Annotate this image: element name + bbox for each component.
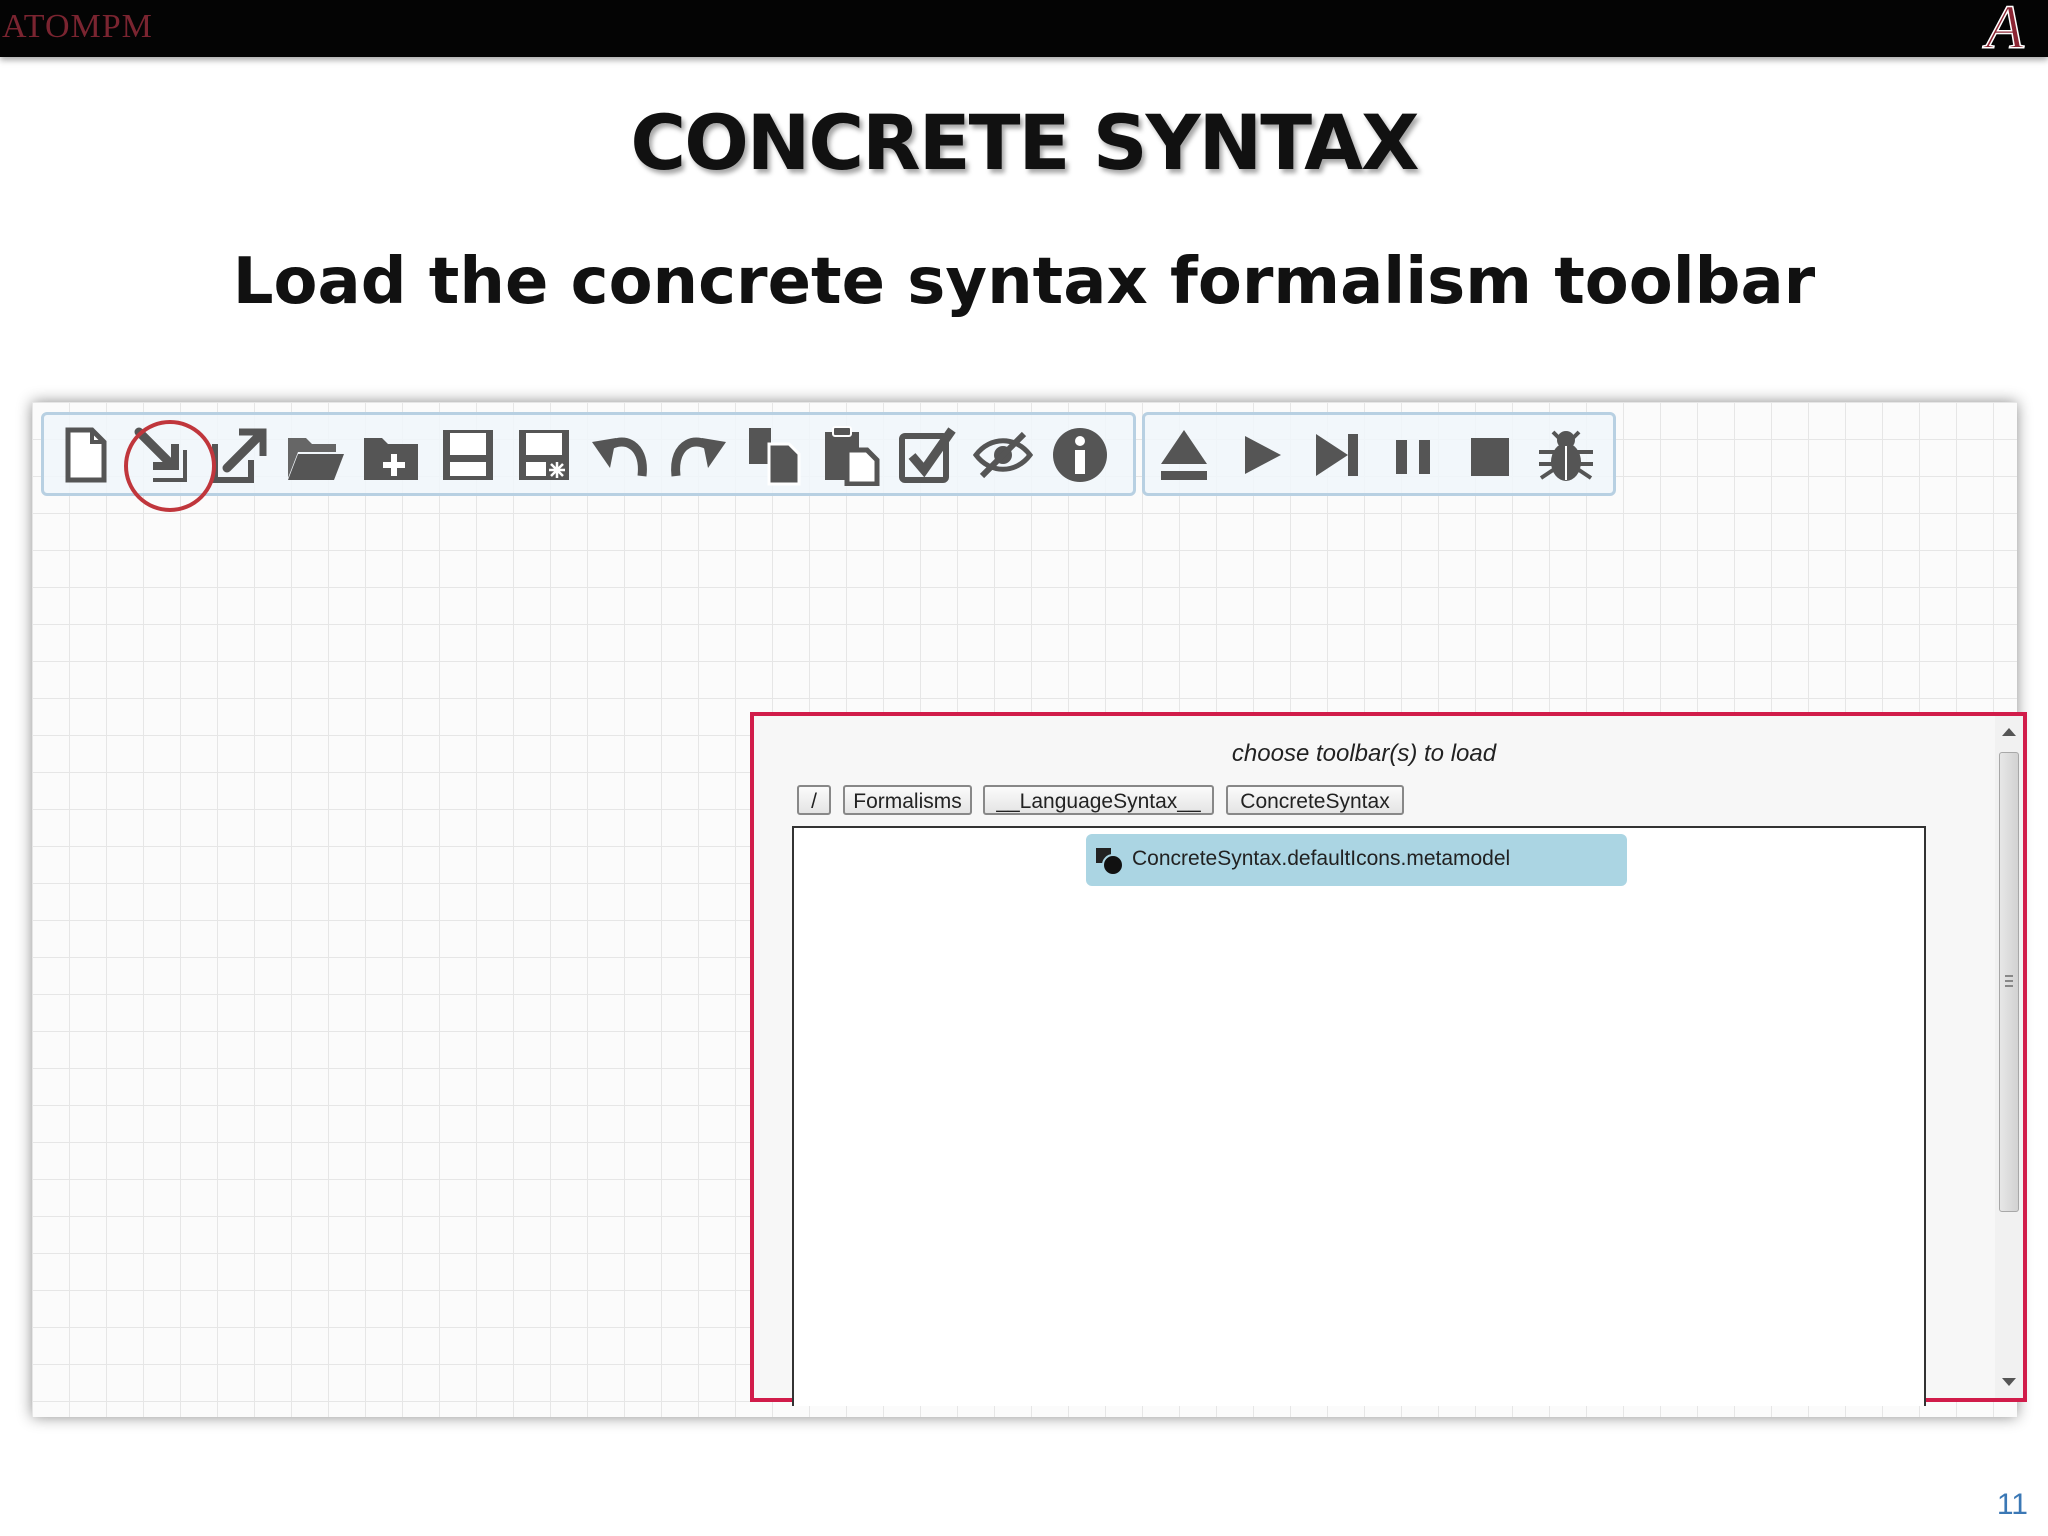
export-icon[interactable] — [207, 424, 269, 486]
breadcrumb-concrete-syntax[interactable]: ConcreteSyntax — [1226, 785, 1404, 815]
scroll-thumb[interactable] — [1999, 752, 2019, 1212]
new-folder-icon[interactable] — [360, 424, 422, 486]
vertical-scrollbar[interactable] — [1995, 716, 2023, 1398]
breadcrumb-root[interactable]: / — [797, 785, 831, 815]
university-a-logo-icon: A — [1981, 0, 2026, 58]
open-folder-icon[interactable] — [284, 424, 346, 486]
list-item[interactable]: ConcreteSyntax.defaultIcons.metamodel — [1086, 834, 1627, 886]
breadcrumb-formalisms[interactable]: Formalisms — [843, 785, 972, 815]
undo-icon[interactable] — [590, 424, 652, 486]
breadcrumb-language-syntax[interactable]: __LanguageSyntax__ — [983, 785, 1214, 815]
info-icon[interactable] — [1049, 424, 1111, 486]
svg-text:A: A — [1982, 0, 2025, 58]
slide-title: CONCRETE SYNTAX — [630, 98, 1419, 187]
eject-icon[interactable] — [1153, 424, 1215, 486]
pause-icon[interactable] — [1382, 424, 1444, 486]
load-toolbar-dialog: choose toolbar(s) to load / Formalisms _… — [750, 712, 2027, 1406]
model-canvas[interactable]: choose toolbar(s) to load / Formalisms _… — [32, 402, 2027, 1417]
main-toolbar — [41, 412, 1136, 512]
paste-icon[interactable] — [819, 424, 881, 486]
highlight-ring — [124, 420, 216, 512]
step-icon[interactable] — [1306, 424, 1368, 486]
page-number: 11 — [1996, 1488, 2028, 1521]
stop-icon[interactable] — [1459, 424, 1521, 486]
slide-subtitle: Load the concrete syntax formalism toolb… — [232, 245, 1816, 319]
new-model-icon[interactable] — [54, 424, 116, 486]
debug-icon[interactable] — [1535, 424, 1597, 486]
top-bar: ATOMPM A — [0, 0, 2048, 58]
validate-icon[interactable] — [896, 424, 958, 486]
scroll-down-arrow-icon[interactable] — [2002, 1378, 2016, 1386]
dialog-title: choose toolbar(s) to load — [1231, 740, 1497, 767]
file-list: ConcreteSyntax.defaultIcons.metamodel — [792, 826, 1926, 1406]
save-icon[interactable] — [437, 424, 499, 486]
list-item-label: ConcreteSyntax.defaultIcons.metamodel — [1132, 847, 1511, 870]
copy-icon[interactable] — [743, 424, 805, 486]
metamodel-file-icon — [1096, 848, 1124, 876]
redo-icon[interactable] — [666, 424, 728, 486]
play-icon[interactable] — [1229, 424, 1291, 486]
save-as-icon[interactable] — [513, 424, 575, 486]
brand-logo: ATOMPM — [2, 8, 153, 45]
scroll-up-arrow-icon[interactable] — [2002, 728, 2016, 736]
transformation-toolbar — [1142, 412, 1616, 496]
toggle-visibility-icon[interactable] — [972, 424, 1034, 486]
